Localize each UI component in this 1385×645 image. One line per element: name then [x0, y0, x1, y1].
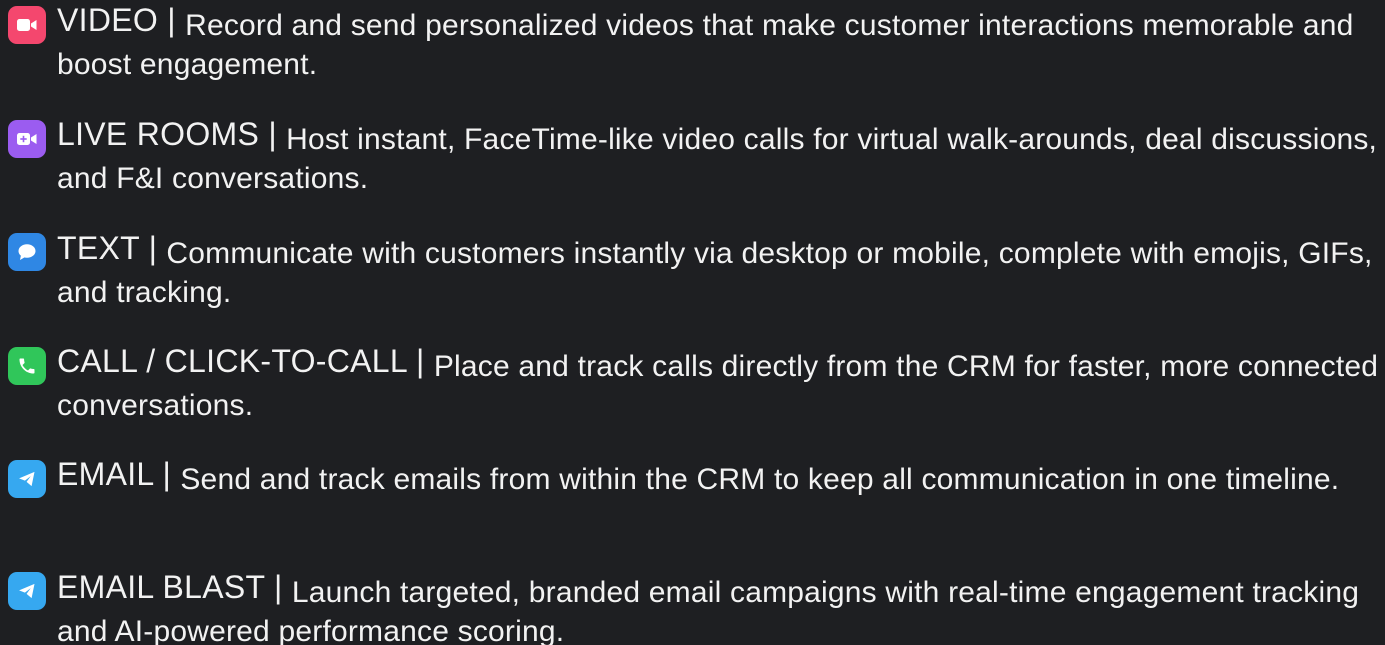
feature-description: Record and send personalized videos that… [57, 9, 1354, 81]
feature-description: Send and track emails from within the CR… [180, 463, 1340, 496]
feature-title: TEXT | [57, 230, 167, 266]
send-icon [8, 572, 46, 610]
feature-title: EMAIL | [57, 456, 181, 492]
chat-bubble-icon [8, 233, 46, 271]
video-camera-icon [8, 6, 46, 44]
feature-title: LIVE ROOMS | [57, 116, 287, 152]
feature-title: VIDEO | [57, 2, 186, 38]
send-icon [8, 460, 46, 498]
feature-title: EMAIL BLAST | [57, 569, 292, 605]
feature-description: Communicate with customers instantly via… [57, 237, 1373, 309]
phone-icon [8, 347, 46, 385]
feature-title: CALL / CLICK-TO-CALL | [57, 343, 434, 379]
live-room-icon [8, 120, 46, 158]
